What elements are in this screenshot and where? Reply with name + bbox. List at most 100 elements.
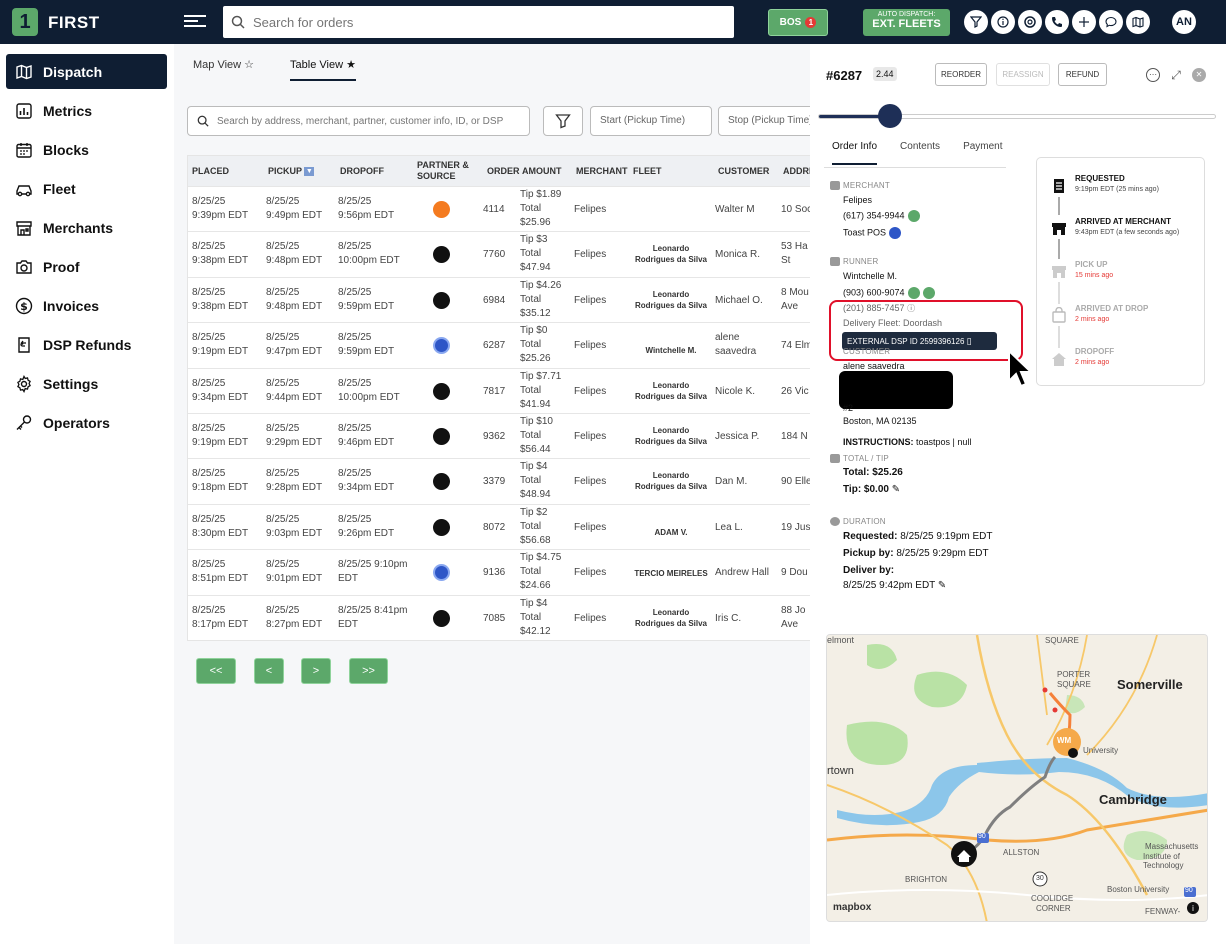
- table-row[interactable]: 8/25/25 9:18pm EDT 8/25/25 9:28pm EDT 8/25/2…: [188, 458, 810, 503]
- cell-pickup: 8/25/25 9:28pm EDT: [266, 468, 323, 494]
- table-filter-button[interactable]: [543, 106, 583, 136]
- tab-payment[interactable]: Payment: [963, 141, 1002, 165]
- table-row[interactable]: 8/25/25 8:51pm EDT 8/25/25 9:01pm EDT 8/25/2…: [188, 549, 810, 594]
- cell-placed: 8/25/25 8:51pm EDT: [192, 559, 249, 585]
- cell-placed: 8/25/25 9:19pm EDT: [192, 422, 249, 448]
- order-search-input[interactable]: [253, 14, 713, 30]
- cell-pickup: 8/25/25 9:47pm EDT: [266, 332, 323, 358]
- mapbox-logo[interactable]: mapbox: [833, 902, 871, 913]
- bos-button[interactable]: BOS 1: [768, 9, 828, 36]
- sidebar-item-dispatch[interactable]: Dispatch: [6, 54, 167, 89]
- cell-customer: Michael O.: [715, 294, 763, 306]
- cell-pickup: 8/25/25 9:01pm EDT: [266, 559, 323, 585]
- sidebar-item-metrics[interactable]: Metrics: [6, 93, 167, 128]
- start-time-input[interactable]: Start (Pickup Time): [590, 106, 712, 136]
- refund-button[interactable]: REFUND: [1058, 63, 1107, 86]
- chat-icon[interactable]: [922, 287, 935, 299]
- header-amount[interactable]: AMOUNT: [522, 166, 562, 176]
- map-label: Boston University: [1107, 885, 1170, 894]
- pager-first-button[interactable]: <<: [196, 658, 236, 684]
- star-outline-icon[interactable]: ☆: [244, 59, 254, 71]
- cell-address: 88 Jo Ave: [781, 604, 806, 630]
- table-search-input[interactable]: [217, 115, 527, 127]
- timeline-connector: [1058, 282, 1060, 304]
- route-map[interactable]: i elmont SQUARE PORTER SQUARE Somerville…: [826, 634, 1208, 922]
- filter-icon[interactable]: [964, 10, 988, 34]
- stop-time-input[interactable]: Stop (Pickup Time): [718, 106, 810, 136]
- cell-pickup: 8/25/25 9:48pm EDT: [266, 286, 323, 312]
- sidebar-item-proof[interactable]: Proof: [6, 249, 167, 284]
- header-placed[interactable]: PLACED: [192, 166, 229, 176]
- table-row[interactable]: 8/25/25 9:19pm EDT 8/25/25 9:29pm EDT 8/25/2…: [188, 412, 810, 458]
- tab-map-view[interactable]: Map View ☆: [193, 58, 254, 81]
- close-icon[interactable]: ✕: [1192, 68, 1206, 82]
- phone-icon[interactable]: [907, 287, 920, 299]
- tab-contents[interactable]: Contents: [900, 141, 940, 165]
- pencil-icon[interactable]: ✎: [938, 580, 946, 591]
- pager-last-button[interactable]: >>: [349, 658, 388, 684]
- auto-dispatch-button[interactable]: AUTO DISPATCH: EXT. FLEETS: [863, 9, 950, 36]
- cell-customer: Jessica P.: [715, 430, 760, 442]
- phone-icon[interactable]: [1045, 10, 1069, 34]
- header-partner-source[interactable]: PARTNER & SOURCE: [417, 160, 469, 182]
- map-icon[interactable]: [1126, 10, 1150, 34]
- order-search-box[interactable]: [223, 6, 734, 38]
- step-time: 9:43pm EDT (a few seconds ago): [1075, 229, 1180, 236]
- table-row[interactable]: 8/25/25 9:19pm EDT 8/25/25 9:47pm EDT 8/25/2…: [188, 322, 810, 367]
- gear-icon: [14, 374, 34, 394]
- sidebar-item-fleet[interactable]: Fleet: [6, 171, 167, 206]
- cell-order: 9136: [483, 567, 506, 579]
- table-row[interactable]: 8/25/25 9:34pm EDT 8/25/25 9:44pm EDT 8/25/2…: [188, 367, 810, 413]
- sidebar-item-blocks[interactable]: Blocks: [6, 132, 167, 167]
- cell-dropoff: 8/25/25 10:00pm EDT: [338, 377, 400, 403]
- header-customer[interactable]: CUSTOMER: [718, 166, 769, 176]
- cell-merchant: Felipes: [574, 294, 607, 306]
- sidebar-item-operators[interactable]: Operators: [6, 405, 167, 440]
- header-dropoff[interactable]: DROPOFF: [340, 166, 384, 176]
- sidebar-item-settings[interactable]: Settings: [6, 366, 167, 401]
- runner-marker-label[interactable]: WM: [1057, 736, 1071, 745]
- sidebar-item-invoices[interactable]: $ Invoices: [6, 288, 167, 323]
- sidebar-item-merchants[interactable]: Merchants: [6, 210, 167, 245]
- progress-knob[interactable]: [878, 104, 903, 128]
- tab-table-view[interactable]: Table View ★: [290, 58, 356, 81]
- lifebuoy-icon[interactable]: [1018, 10, 1042, 34]
- phone-icon[interactable]: [907, 210, 920, 222]
- header-pickup[interactable]: PICKUP ▼: [268, 166, 315, 177]
- tip-amount: Tip: $0.00: [843, 484, 889, 495]
- more-options-icon[interactable]: ⋯: [1146, 68, 1160, 82]
- header-address[interactable]: ADDRESS: [783, 166, 810, 176]
- tab-order-info[interactable]: Order Info: [832, 141, 878, 165]
- reorder-button[interactable]: REORDER: [935, 63, 987, 86]
- status-progress-slider[interactable]: [818, 104, 1216, 128]
- user-avatar[interactable]: AN: [1172, 10, 1196, 34]
- reassign-button[interactable]: REASSIGN: [996, 63, 1050, 86]
- star-filled-icon[interactable]: ★: [346, 59, 356, 71]
- source-doordash-icon: [433, 201, 450, 218]
- table-row[interactable]: 8/25/25 8:17pm EDT 8/25/25 8:27pm EDT 8/25/2…: [188, 594, 810, 640]
- pager-next-button[interactable]: >: [301, 658, 331, 684]
- header-order[interactable]: ORDER: [487, 166, 520, 176]
- cell-pickup: 8/25/25 8:27pm EDT: [266, 604, 323, 630]
- sort-down-icon[interactable]: ▼: [304, 167, 315, 177]
- menu-collapse-icon[interactable]: [184, 12, 206, 32]
- table-row[interactable]: 8/25/25 9:38pm EDT 8/25/25 9:48pm EDT 8/25/2…: [188, 231, 810, 276]
- table-row[interactable]: 8/25/25 9:38pm EDT 8/25/25 9:48pm EDT 8/25/2…: [188, 276, 810, 322]
- sidebar-item-dsp-refunds[interactable]: DSP Refunds: [6, 327, 167, 362]
- info-icon[interactable]: [991, 10, 1015, 34]
- pager-prev-button[interactable]: <: [254, 658, 284, 684]
- app-logo[interactable]: 1: [12, 8, 38, 36]
- source-platform-icon: [433, 337, 450, 355]
- header-fleet[interactable]: FLEET: [633, 166, 662, 176]
- sidebar-item-label: Metrics: [43, 102, 93, 119]
- header-merchant[interactable]: MERCHANT: [576, 166, 628, 176]
- pencil-icon[interactable]: ✎: [892, 484, 900, 495]
- chat-icon[interactable]: [1099, 10, 1123, 34]
- plus-icon[interactable]: [1072, 10, 1096, 34]
- table-row[interactable]: 8/25/25 9:39pm EDT 8/25/25 9:49pm EDT 8/25/2…: [188, 186, 810, 231]
- cell-customer: Dan M.: [715, 476, 748, 488]
- expand-icon[interactable]: ⤢: [1169, 68, 1183, 82]
- table-search-box[interactable]: [187, 106, 530, 136]
- table-row[interactable]: 8/25/25 8:30pm EDT 8/25/25 9:03pm EDT 8/25/2…: [188, 503, 810, 549]
- requested-label: Requested:: [843, 531, 898, 542]
